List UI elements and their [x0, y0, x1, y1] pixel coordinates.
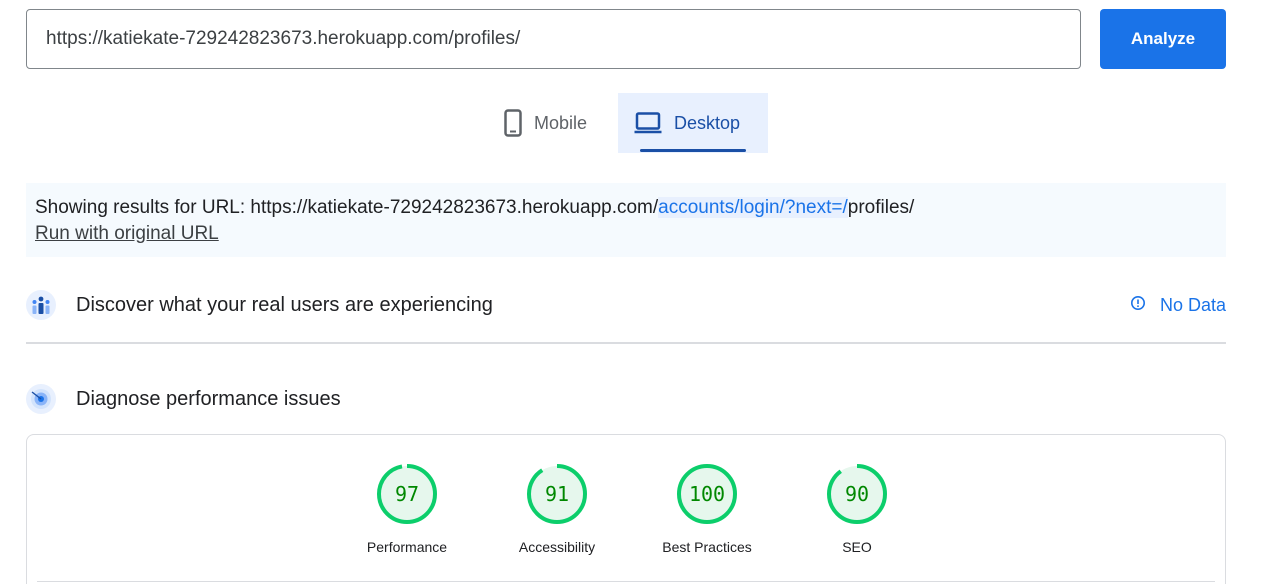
discover-title: Discover what your real users are experi…: [76, 293, 493, 316]
results-url-line: Showing results for URL: https://katieka…: [35, 195, 1217, 221]
smartphone-icon: [504, 109, 522, 137]
gauge-ring: 91: [526, 463, 588, 525]
score-gauge-seo[interactable]: 90 SEO: [797, 463, 917, 555]
scores-card: 97 Performance 91 Accessibility 100 Best Prac…: [26, 434, 1226, 584]
gauge-label: Accessibility: [518, 539, 596, 555]
gauge-ring: 90: [826, 463, 888, 525]
laptop-icon: [634, 112, 662, 134]
run-original-url-link[interactable]: Run with original URL: [35, 223, 219, 244]
discover-section-header: Discover what your real users are experi…: [26, 285, 1226, 325]
gauge-label: Performance: [366, 539, 448, 555]
card-divider: [37, 581, 1215, 582]
device-tabs: Mobile Desktop: [488, 93, 768, 153]
tab-desktop[interactable]: Desktop: [618, 93, 768, 153]
tab-mobile-label: Mobile: [534, 112, 588, 133]
results-prefix: Showing results for URL: https://katieka…: [35, 197, 659, 218]
results-suffix: profiles/: [847, 197, 915, 218]
gauge-ring: 97: [376, 463, 438, 525]
diagnose-title: Diagnose performance issues: [76, 387, 341, 410]
results-banner: Showing results for URL: https://katieka…: [26, 183, 1226, 257]
gauge-score-value: 90: [844, 482, 870, 506]
score-gauge-best-practices[interactable]: 100 Best Practices: [647, 463, 767, 555]
score-gauge-accessibility[interactable]: 91 Accessibility: [497, 463, 617, 555]
gauge-label: Best Practices: [662, 539, 752, 555]
score-gauges: 97 Performance 91 Accessibility 100 Best Prac…: [347, 463, 917, 555]
gauge-label: SEO: [842, 539, 872, 555]
no-data-label: No Data: [1159, 294, 1226, 315]
diagnose-section-header: Diagnose performance issues: [26, 379, 1226, 419]
tab-desktop-label: Desktop: [674, 112, 741, 133]
section-divider: [26, 342, 1226, 344]
redirect-path-highlight: accounts/login/?next=/: [658, 197, 848, 218]
url-input[interactable]: [26, 9, 1081, 69]
analyze-button[interactable]: Analyze: [1100, 9, 1226, 69]
gauge-score-value: 100: [688, 482, 726, 506]
gauge-ring: 100: [676, 463, 738, 525]
no-data-indicator[interactable]: No Data: [1130, 295, 1226, 316]
score-gauge-performance[interactable]: 97 Performance: [347, 463, 467, 555]
info-icon: [1130, 295, 1146, 316]
gauge-score-value: 97: [394, 482, 420, 506]
tab-mobile[interactable]: Mobile: [488, 93, 618, 153]
radar-icon: [26, 384, 56, 414]
users-icon: [26, 290, 56, 320]
gauge-score-value: 91: [544, 482, 570, 506]
